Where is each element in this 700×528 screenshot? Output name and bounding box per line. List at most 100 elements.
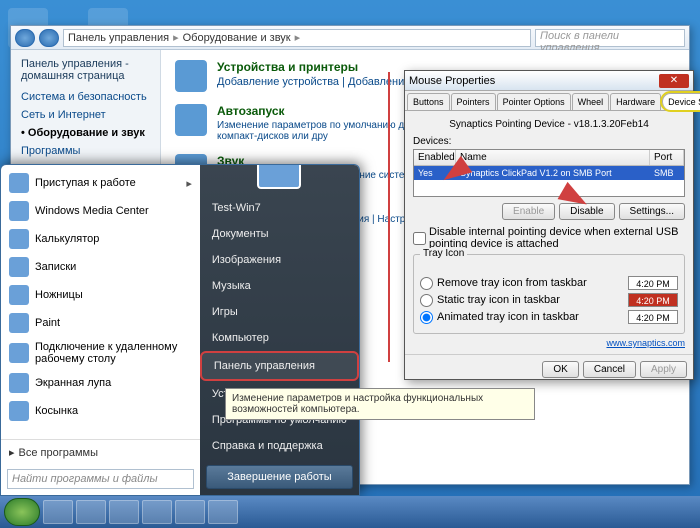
sm-rdp[interactable]: Подключение к удаленному рабочему столу	[1, 337, 200, 369]
sm-label: Записки	[35, 261, 76, 273]
search-input[interactable]: Поиск в панели управления	[535, 29, 685, 47]
radio-label: Animated tray icon in taskbar	[437, 311, 579, 323]
synaptics-link[interactable]: www.synaptics.com	[413, 338, 685, 348]
taskbar-ie-icon[interactable]	[43, 500, 73, 524]
sm-games[interactable]: Игры	[200, 299, 359, 325]
devices-icon	[175, 60, 207, 92]
radio-label: Remove tray icon from taskbar	[437, 277, 587, 289]
app-icon	[9, 313, 29, 333]
back-button[interactable]	[15, 29, 35, 47]
tray-legend: Tray Icon	[420, 248, 467, 259]
app-icon	[9, 201, 29, 221]
tab-hardware[interactable]: Hardware	[610, 93, 661, 110]
mouse-properties-dialog: Mouse Properties ✕ Buttons Pointers Poin…	[404, 70, 694, 380]
sidebar-item-hardware[interactable]: Оборудование и звук	[21, 124, 150, 142]
taskbar	[0, 496, 700, 528]
chevron-icon: ▸	[9, 446, 15, 459]
app-icon	[9, 401, 29, 421]
radio-animated[interactable]: Animated tray icon in taskbar 4:20 PM	[420, 310, 678, 324]
radio[interactable]	[420, 277, 433, 290]
sm-help[interactable]: Справка и поддержка	[200, 433, 359, 459]
tab-buttons[interactable]: Buttons	[407, 93, 450, 110]
app-icon	[9, 229, 29, 249]
sm-magnifier[interactable]: Экранная лупа	[1, 369, 200, 397]
shutdown-button[interactable]: Завершение работы	[206, 465, 353, 489]
sm-wmc[interactable]: Windows Media Center	[1, 197, 200, 225]
cp-home-link[interactable]: Панель управления - домашняя страница	[21, 58, 150, 82]
tray-icon-group: Tray Icon Remove tray icon from taskbar4…	[413, 254, 685, 334]
taskbar-app-icon[interactable]	[208, 500, 238, 524]
all-programs[interactable]: ▸ Все программы	[9, 446, 192, 459]
sm-music[interactable]: Музыка	[200, 273, 359, 299]
taskbar-wmp-icon[interactable]	[109, 500, 139, 524]
time-preview: 4:20 PM	[628, 276, 678, 290]
dialog-title: Mouse Properties	[409, 75, 659, 87]
taskbar-chrome-icon[interactable]	[142, 500, 172, 524]
sm-label: Подключение к удаленному рабочему столу	[35, 341, 192, 365]
apply-button: Apply	[640, 361, 687, 378]
time-preview: 4:20 PM	[628, 310, 678, 324]
tab-wheel[interactable]: Wheel	[572, 93, 610, 110]
start-button[interactable]	[4, 498, 40, 526]
th-name[interactable]: Name	[456, 150, 650, 165]
cancel-button[interactable]: Cancel	[583, 361, 636, 378]
tab-pointer-options[interactable]: Pointer Options	[497, 93, 571, 110]
user-avatar[interactable]	[257, 164, 301, 189]
time-preview: 4:20 PM	[628, 293, 678, 307]
radio[interactable]	[420, 294, 433, 307]
disable-internal-checkbox[interactable]: Disable internal pointing device when ex…	[413, 226, 685, 250]
sm-label: Калькулятор	[35, 233, 99, 245]
sm-snip[interactable]: Ножницы	[1, 281, 200, 309]
sm-computer[interactable]: Компьютер	[200, 325, 359, 351]
start-menu: Приступая к работе Windows Media Center …	[0, 164, 360, 496]
sm-control-panel[interactable]: Панель управления	[200, 351, 359, 381]
sm-label: Paint	[35, 317, 60, 329]
sm-label: Косынка	[35, 405, 78, 417]
app-icon	[9, 257, 29, 277]
annotation-line	[388, 72, 390, 362]
breadcrumb[interactable]: Панель управления▸ Оборудование и звук▸	[63, 29, 531, 47]
device-subtitle: Synaptics Pointing Device - v18.1.3.20Fe…	[413, 119, 685, 130]
address-bar: Панель управления▸ Оборудование и звук▸ …	[11, 26, 689, 50]
checkbox[interactable]	[413, 232, 426, 245]
sm-documents[interactable]: Документы	[200, 221, 359, 247]
autoplay-icon	[175, 104, 207, 136]
check-label: Disable internal pointing device when ex…	[429, 226, 685, 250]
breadcrumb-root[interactable]: Панель управления	[68, 32, 169, 44]
devices-label: Devices:	[413, 136, 685, 147]
radio-remove[interactable]: Remove tray icon from taskbar 4:20 PM	[420, 276, 678, 290]
tab-device-settings[interactable]: Device Settings	[662, 93, 700, 110]
settings-button[interactable]: Settings...	[619, 203, 685, 220]
start-search-input[interactable]: Найти программы и файлы	[7, 469, 194, 489]
enable-button: Enable	[502, 203, 555, 220]
sm-label: Приступая к работе	[35, 177, 136, 189]
sm-getting-started[interactable]: Приступая к работе	[1, 169, 200, 197]
all-label: Все программы	[19, 447, 98, 459]
ok-button[interactable]: OK	[542, 361, 578, 378]
close-button[interactable]: ✕	[659, 74, 689, 88]
sidebar-item[interactable]: Сеть и Интернет	[21, 106, 150, 124]
breadcrumb-cat[interactable]: Оборудование и звук	[183, 32, 291, 44]
sm-pictures[interactable]: Изображения	[200, 247, 359, 273]
sm-solitaire[interactable]: Косынка	[1, 397, 200, 425]
taskbar-app-icon[interactable]	[175, 500, 205, 524]
tab-pointers[interactable]: Pointers	[451, 93, 496, 110]
sm-calc[interactable]: Калькулятор	[1, 225, 200, 253]
sm-user[interactable]: Test-Win7	[200, 195, 359, 221]
radio[interactable]	[420, 311, 433, 324]
sm-label: Ножницы	[35, 289, 83, 301]
radio-static[interactable]: Static tray icon in taskbar 4:20 PM	[420, 293, 678, 307]
app-icon	[9, 373, 29, 393]
tabs: Buttons Pointers Pointer Options Wheel H…	[405, 91, 693, 111]
sm-label: Экранная лупа	[35, 377, 111, 389]
sidebar-item[interactable]: Система и безопасность	[21, 88, 150, 106]
forward-button[interactable]	[39, 29, 59, 47]
th-port[interactable]: Port	[650, 150, 684, 165]
sidebar-item[interactable]: Программы	[21, 142, 150, 160]
radio-label: Static tray icon in taskbar	[437, 294, 560, 306]
td-name: Synaptics ClickPad V1.2 on SMB Port	[456, 166, 650, 180]
sm-paint[interactable]: Paint	[1, 309, 200, 337]
taskbar-explorer-icon[interactable]	[76, 500, 106, 524]
sm-sticky[interactable]: Записки	[1, 253, 200, 281]
app-icon	[9, 173, 29, 193]
